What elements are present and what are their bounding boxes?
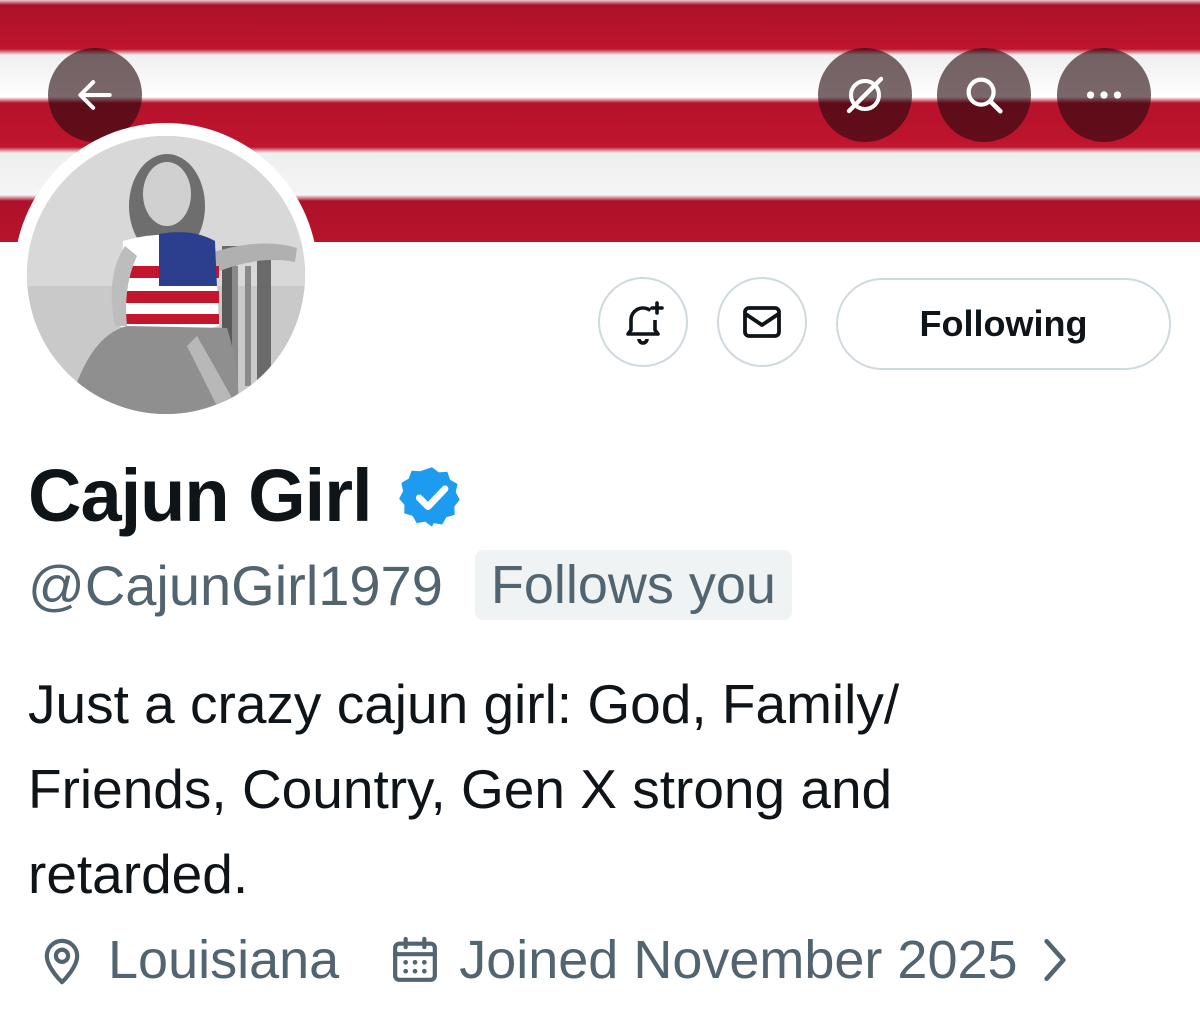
grok-icon [846, 76, 884, 114]
joined-item[interactable]: Joined November 2025 [387, 929, 1071, 991]
bell-plus-icon [626, 301, 664, 345]
profile-page: Following Cajun Girl @CajunGirl1979 Foll… [0, 0, 1200, 1015]
joined-date-text: Joined November 2025 [459, 930, 1018, 990]
notifications-button[interactable] [598, 277, 688, 367]
grok-button[interactable] [818, 48, 912, 142]
search-button[interactable] [937, 48, 1031, 142]
profile-meta: Louisiana Joined November 2025 [34, 924, 1072, 996]
verified-badge-icon[interactable] [398, 463, 466, 531]
avatar-photo [27, 136, 305, 414]
handle-row: @CajunGirl1979 Follows you [28, 548, 792, 622]
arrow-left-icon [78, 80, 112, 110]
avatar-image [27, 136, 305, 414]
search-icon [966, 77, 1003, 114]
following-button[interactable]: Following [836, 278, 1171, 370]
username-handle: @CajunGirl1979 [28, 553, 443, 617]
envelope-icon [743, 306, 781, 338]
location-text: Louisiana [108, 930, 340, 990]
profile-bio: Just a crazy cajun girl: God, Family/ Fr… [28, 673, 900, 905]
more-horizontal-icon [1086, 91, 1122, 99]
location-item: Louisiana [34, 929, 339, 991]
message-button[interactable] [717, 277, 807, 367]
avatar[interactable] [14, 123, 318, 427]
more-button[interactable] [1057, 48, 1151, 142]
location-pin-icon [44, 938, 80, 985]
display-name-row: Cajun Girl [28, 452, 466, 538]
calendar-icon [393, 936, 438, 982]
display-name: Cajun Girl [28, 453, 373, 537]
follows-you-badge: Follows you [474, 550, 792, 620]
chevron-right-icon [1043, 938, 1066, 982]
